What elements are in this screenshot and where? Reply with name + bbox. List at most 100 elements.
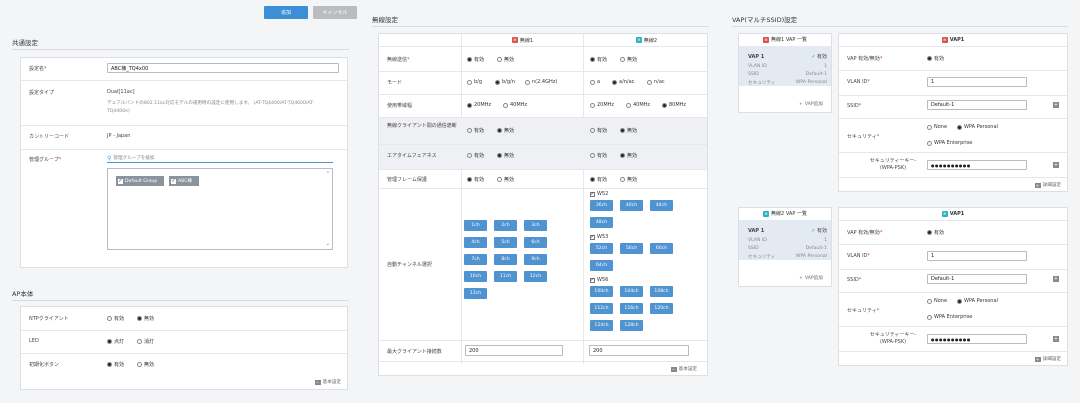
vap2-list-item[interactable]: VAP 1 ✓ 有効 VLAN ID 1 SSID Default-1 セキュリ…: [739, 220, 831, 260]
radio2-ch-108ch[interactable]: 108ch: [650, 286, 673, 297]
band1-40[interactable]: 40MHz: [503, 102, 527, 108]
vap2-ssid-plus-icon[interactable]: +: [1053, 276, 1059, 282]
mode1-bg[interactable]: b/g: [467, 79, 482, 85]
cancel-button[interactable]: キャンセル: [313, 6, 357, 19]
vap1-sec-none[interactable]: None: [927, 124, 947, 130]
ntp-off-radio[interactable]: 無効: [137, 315, 154, 322]
iso1-off[interactable]: 無効: [497, 127, 514, 134]
vap1-ssid-input[interactable]: Default-1: [927, 100, 1027, 110]
band2-40[interactable]: 40MHz: [626, 102, 650, 108]
mgmt2-off[interactable]: 無効: [620, 176, 637, 183]
radio1-ch-3ch[interactable]: 3ch: [524, 220, 547, 231]
radio2-ch-104ch[interactable]: 104ch: [620, 286, 643, 297]
vap1-enable-radio[interactable]: 有効: [927, 55, 944, 62]
mode1-bgn[interactable]: b/g/n: [495, 79, 515, 85]
mgmt1-on[interactable]: 有効: [467, 176, 484, 183]
iso2-off[interactable]: 無効: [620, 127, 637, 134]
mgmt1-off[interactable]: 無効: [497, 176, 514, 183]
scroll-down-icon[interactable]: ⌄: [326, 241, 330, 247]
vap2-add-link[interactable]: + VAP追加: [799, 275, 823, 282]
maxcli2-input[interactable]: 200: [589, 345, 689, 356]
iso2-on[interactable]: 有効: [590, 127, 607, 134]
radio2-ch-124ch[interactable]: 124ch: [590, 320, 613, 331]
radio1-ch-11ch[interactable]: 11ch: [494, 271, 517, 282]
radio2-ch-52ch[interactable]: 52ch: [590, 243, 613, 254]
vap2-ssid-input[interactable]: Default-1: [927, 274, 1027, 284]
group-chip-abc[interactable]: ✓ ABC棟: [169, 176, 199, 186]
wireless-basic-settings-link[interactable]: − 基本設定: [670, 366, 697, 372]
led-on-radio[interactable]: 点灯: [107, 338, 124, 345]
vap1-vlan-input[interactable]: 1: [927, 77, 1027, 87]
ap-basic-settings-link[interactable]: − 基本設定: [314, 379, 341, 385]
tx1-off[interactable]: 無効: [497, 56, 514, 63]
band2-20[interactable]: 20MHz: [590, 102, 614, 108]
air2-off[interactable]: 無効: [620, 152, 637, 159]
air1-on[interactable]: 有効: [467, 152, 484, 159]
mgmt2-on[interactable]: 有効: [590, 176, 607, 183]
radio1-ch-13ch[interactable]: 13ch: [464, 288, 487, 299]
vap2-sec-none[interactable]: None: [927, 298, 947, 304]
band2-80[interactable]: 80MHz: [662, 102, 686, 108]
radio1-ch-5ch[interactable]: 5ch: [494, 237, 517, 248]
radio1-ch-6ch[interactable]: 6ch: [524, 237, 547, 248]
group-chip-default[interactable]: ✓ Default Group: [116, 176, 164, 186]
radio2-ch-40ch[interactable]: 40ch: [620, 200, 643, 211]
setting-name-input[interactable]: ABC棟_TQ4x00: [107, 63, 339, 73]
vap2-key-input[interactable]: ●●●●●●●●●●: [927, 334, 1027, 344]
tx2-off[interactable]: 無効: [620, 56, 637, 63]
radio2-ch-60ch[interactable]: 60ch: [650, 243, 673, 254]
vap2-enable-radio[interactable]: 有効: [927, 229, 944, 236]
mode1-n[interactable]: n(2.4GHz): [525, 79, 557, 85]
mode2-anac[interactable]: a/n/ac: [612, 79, 634, 85]
w52-check[interactable]: ✓ W52: [590, 191, 608, 197]
radio1-ch-8ch[interactable]: 8ch: [494, 254, 517, 265]
band1-20[interactable]: 20MHz: [467, 102, 491, 108]
radio1-ch-12ch[interactable]: 12ch: [524, 271, 547, 282]
radio1-ch-2ch[interactable]: 2ch: [494, 220, 517, 231]
tx2-on[interactable]: 有効: [590, 56, 607, 63]
ntp-on-radio[interactable]: 有効: [107, 315, 124, 322]
radio2-ch-64ch[interactable]: 64ch: [590, 260, 613, 271]
radio2-ch-100ch[interactable]: 100ch: [590, 286, 613, 297]
vap1-detail-link[interactable]: + 詳細設定: [1034, 182, 1061, 188]
radio2-ch-56ch[interactable]: 56ch: [620, 243, 643, 254]
radio2-ch-128ch[interactable]: 128ch: [620, 320, 643, 331]
init-on-radio[interactable]: 有効: [107, 361, 124, 368]
w56-check[interactable]: ✓ W56: [590, 277, 608, 283]
air2-on[interactable]: 有効: [590, 152, 607, 159]
vap1-add-link[interactable]: + VAP追加: [799, 101, 823, 108]
radio1-ch-1ch[interactable]: 1ch: [464, 220, 487, 231]
vap1-sec-wpap[interactable]: WPA Personal: [957, 124, 998, 130]
radio2-ch-112ch[interactable]: 112ch: [590, 303, 613, 314]
vap2-key-plus-icon[interactable]: +: [1053, 336, 1059, 342]
group-list-box[interactable]: ✓ Default Group ✓ ABC棟 ⌃ ⌄: [107, 168, 333, 250]
radio2-ch-48ch[interactable]: 48ch: [590, 217, 613, 228]
vap1-ssid-plus-icon[interactable]: +: [1053, 102, 1059, 108]
radio2-ch-116ch[interactable]: 116ch: [620, 303, 643, 314]
air1-off[interactable]: 無効: [497, 152, 514, 159]
radio1-ch-7ch[interactable]: 7ch: [464, 254, 487, 265]
init-off-radio[interactable]: 無効: [137, 361, 154, 368]
mode2-a[interactable]: a: [590, 79, 600, 85]
vap2-detail-link[interactable]: + 詳細設定: [1034, 356, 1061, 362]
vap1-key-plus-icon[interactable]: +: [1053, 162, 1059, 168]
w53-check[interactable]: ✓ W53: [590, 234, 608, 240]
radio1-ch-10ch[interactable]: 10ch: [464, 271, 487, 282]
save-button[interactable]: 追加: [264, 6, 308, 19]
maxcli1-input[interactable]: 200: [465, 345, 563, 356]
tx1-on[interactable]: 有効: [467, 56, 484, 63]
vap1-sec-wpae[interactable]: WPA Enterprise: [927, 140, 972, 146]
led-off-radio[interactable]: 消灯: [137, 338, 154, 345]
radio2-ch-36ch[interactable]: 36ch: [590, 200, 613, 211]
group-search-input[interactable]: ⚲ 管理グループを検索: [107, 154, 333, 163]
iso1-on[interactable]: 有効: [467, 127, 484, 134]
radio2-ch-120ch[interactable]: 120ch: [650, 303, 673, 314]
vap1-list-item[interactable]: VAP 1 ✓ 有効 VLAN ID 1 SSID Default-1 セキュリ…: [739, 46, 831, 86]
vap2-sec-wpae[interactable]: WPA Enterprise: [927, 314, 972, 320]
vap2-sec-wpap[interactable]: WPA Personal: [957, 298, 998, 304]
mode2-nac[interactable]: n/ac: [647, 79, 665, 85]
radio2-ch-44ch[interactable]: 44ch: [650, 200, 673, 211]
radio1-ch-4ch[interactable]: 4ch: [464, 237, 487, 248]
vap1-key-input[interactable]: ●●●●●●●●●●: [927, 160, 1027, 170]
radio1-ch-9ch[interactable]: 9ch: [524, 254, 547, 265]
